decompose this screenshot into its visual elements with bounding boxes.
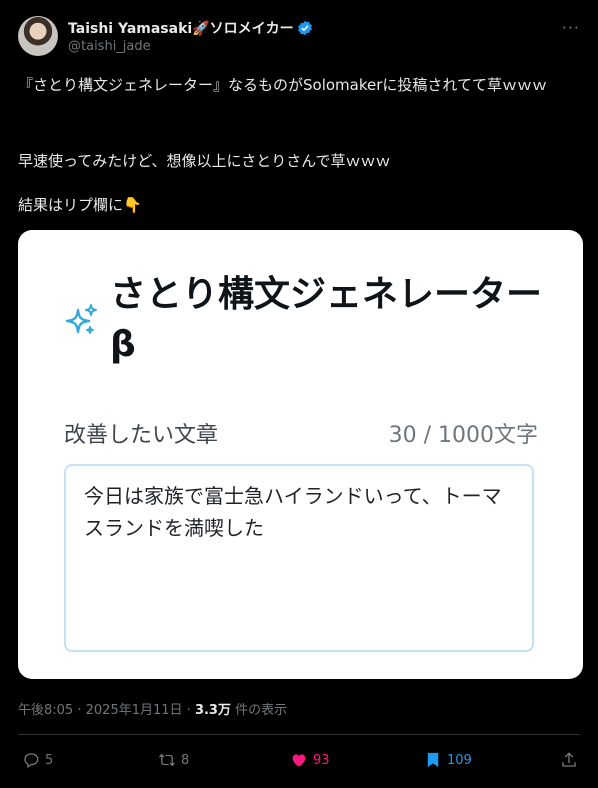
verified-badge-icon <box>297 20 312 36</box>
share-button[interactable] <box>560 748 578 772</box>
media-image[interactable]: さとり構文ジェネレーターβ 改善したい文章 30 / 1000文字 今日は家族で… <box>18 230 583 679</box>
like-button[interactable]: 93 <box>290 748 330 772</box>
author-name[interactable]: Taishi Yamasaki🚀ソロメイカー <box>68 18 294 38</box>
text-input: 今日は家族で富士急ハイランドいって、トーマスランドを満喫した <box>64 464 534 652</box>
bookmark-icon <box>427 752 439 768</box>
retweet-icon <box>159 753 175 767</box>
field-label: 改善したい文章 <box>64 423 219 448</box>
reply-button[interactable]: 5 <box>22 748 53 772</box>
meta-separator: · <box>77 703 82 718</box>
heart-icon <box>292 754 306 767</box>
tweet-line-3: 結果はリプ欄に👇 <box>18 196 142 214</box>
reply-icon <box>24 753 39 769</box>
views-label: 件の表示 <box>235 703 288 718</box>
more-options-icon[interactable]: ··· <box>562 18 580 37</box>
like-count: 93 <box>313 752 330 768</box>
action-bar: 5 8 93 109 <box>18 748 580 772</box>
bookmark-button[interactable]: 109 <box>424 748 472 772</box>
app-title: さとり構文ジェネレーターβ <box>110 274 543 365</box>
author-handle[interactable]: @taishi_jade <box>68 39 151 54</box>
meta-separator: · <box>186 703 191 718</box>
retweet-button[interactable]: 8 <box>158 748 189 772</box>
sparkle-icon <box>65 304 97 334</box>
retweet-count: 8 <box>181 752 190 768</box>
tweet-time[interactable]: 午後8:05 <box>18 703 73 718</box>
tweet-text: 『さとり構文ジェネレーター』なるものがSolomakerに投稿されてて草ｗｗｗ … <box>18 75 578 214</box>
tweet-meta: 午後8:05 · 2025年1月11日 · 3.3万 件の表示 <box>18 699 287 718</box>
tweet-header: Taishi Yamasaki🚀ソロメイカー @taishi_jade ··· <box>18 16 580 60</box>
avatar[interactable] <box>18 16 58 56</box>
tweet-line-1: 『さとり構文ジェネレーター』なるものがSolomakerに投稿されてて草ｗｗｗ <box>18 76 547 94</box>
tweet-date[interactable]: 2025年1月11日 <box>86 703 183 718</box>
tweet-line-2: 早速使ってみたけど、想像以上にさとりさんで草ｗｗｗ <box>18 152 391 170</box>
views-count: 3.3万 <box>194 703 231 718</box>
author-name-row[interactable]: Taishi Yamasaki🚀ソロメイカー <box>68 18 313 38</box>
char-counter: 30 / 1000文字 <box>388 423 538 448</box>
share-icon <box>562 752 576 767</box>
divider <box>18 734 580 735</box>
bookmark-count: 109 <box>447 752 472 768</box>
reply-count: 5 <box>45 752 54 768</box>
